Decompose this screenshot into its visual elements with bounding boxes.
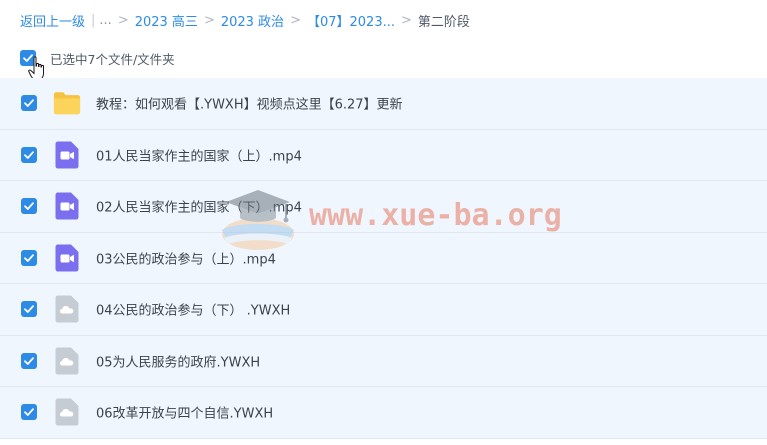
row-checkbox[interactable]	[21, 95, 37, 112]
list-item[interactable]: 06改革开放与四个自信.YWXH	[0, 387, 767, 439]
row-checkbox[interactable]	[21, 249, 37, 266]
breadcrumb: 返回上一级 | ... > 2023 高三 > 2023 政治 > 【07】20…	[20, 10, 470, 30]
checkmark-icon	[24, 99, 34, 108]
list-item[interactable]: 04公民的政治参与（下） .YWXH	[0, 284, 767, 336]
list-item[interactable]: 03公民的政治参与（上）.mp4	[0, 232, 767, 284]
chevron-right-icon: >	[401, 12, 412, 28]
row-checkbox[interactable]	[21, 404, 37, 421]
back-link[interactable]: 返回上一级	[20, 11, 85, 30]
chevron-right-icon: >	[117, 12, 129, 28]
file-name[interactable]: 02人民当家作主的国家（下）.mp4	[96, 197, 302, 216]
cloud-file-icon	[53, 295, 81, 323]
cloud-file-icon	[53, 398, 81, 426]
checkmark-icon	[24, 254, 34, 262]
breadcrumb-item[interactable]: 2023 高三	[135, 11, 198, 30]
file-name[interactable]: 05为人民服务的政府.YWXH	[96, 351, 260, 370]
breadcrumb-item[interactable]: 【07】2023...	[307, 11, 395, 30]
file-name[interactable]: 01人民当家作主的国家（上）.mp4	[96, 145, 302, 164]
chevron-right-icon: >	[290, 12, 301, 28]
list-item[interactable]: 05为人民服务的政府.YWXH	[0, 335, 767, 387]
list-item[interactable]: 教程：如何观看【.YWXH】视频点这里【6.27】更新	[0, 78, 767, 130]
checkmark-icon	[24, 408, 34, 417]
file-name[interactable]: 06改革开放与四个自信.YWXH	[96, 403, 273, 422]
breadcrumb-item[interactable]: 2023 政治	[221, 11, 284, 30]
list-item[interactable]: 02人民当家作主的国家（下）.mp4	[0, 181, 767, 233]
video-file-icon	[53, 244, 81, 272]
checkmark-icon	[24, 305, 34, 314]
row-checkbox[interactable]	[21, 146, 37, 163]
checkmark-icon	[24, 357, 34, 365]
breadcrumb-current: 第二阶段	[417, 14, 470, 30]
folder-icon	[53, 89, 81, 117]
breadcrumb-divider: |	[91, 12, 96, 28]
checkmark-icon	[24, 202, 34, 211]
selection-summary: 已选中7个文件/文件夹	[50, 51, 175, 67]
list-item[interactable]: 01人民当家作主的国家（上）.mp4	[0, 129, 767, 181]
checkmark-icon	[24, 151, 34, 159]
breadcrumb-ellipsis[interactable]: ...	[99, 13, 111, 28]
video-file-icon	[53, 192, 81, 220]
file-list: 教程：如何观看【.YWXH】视频点这里【6.27】更新 01人民当家作主的国家（…	[0, 78, 767, 439]
file-name[interactable]: 教程：如何观看【.YWXH】视频点这里【6.27】更新	[96, 94, 403, 113]
video-file-icon	[53, 141, 81, 169]
row-checkbox[interactable]	[21, 198, 37, 215]
chevron-right-icon: >	[203, 12, 215, 28]
file-name[interactable]: 04公民的政治参与（下） .YWXH	[96, 300, 290, 319]
row-checkbox[interactable]	[21, 352, 37, 369]
file-browser: 返回上一级 | ... > 2023 高三 > 2023 政治 > 【07】20…	[0, 0, 767, 445]
cloud-file-icon	[53, 347, 81, 375]
file-name[interactable]: 03公民的政治参与（上）.mp4	[96, 248, 276, 267]
row-checkbox[interactable]	[21, 301, 37, 318]
